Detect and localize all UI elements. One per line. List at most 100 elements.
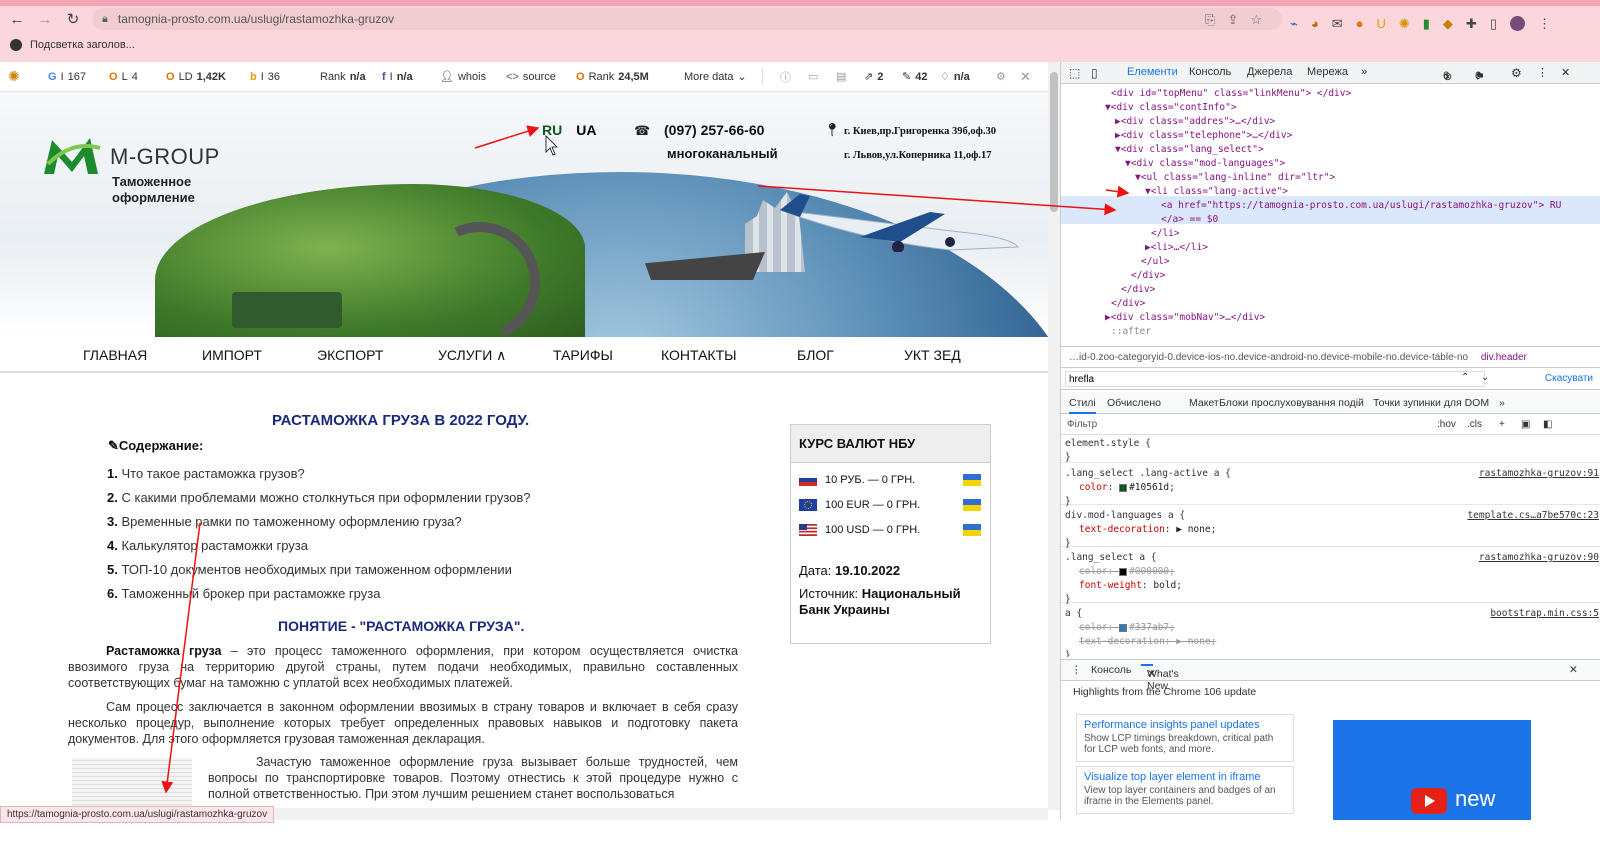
internal-links-count[interactable]: ✎ 42 [902, 70, 927, 84]
forward-icon[interactable]: → [34, 8, 56, 30]
diamond-metric[interactable]: ♢ n/a [940, 70, 970, 84]
avatar[interactable] [1509, 16, 1525, 31]
scrollbar-thumb[interactable] [1050, 72, 1058, 212]
toc-item[interactable]: 6. Таможенный брокер при растаможке груз… [107, 582, 531, 606]
tab-elements[interactable]: Елементи [1127, 66, 1178, 78]
whats-new-card[interactable]: Performance insights panel updates Show … [1076, 714, 1294, 762]
whats-new-card[interactable]: Visualize top layer element in iframe Vi… [1076, 766, 1294, 814]
dom-node[interactable]: </div> [1121, 283, 1155, 297]
phone-number[interactable]: (097) 257-66-60 [664, 122, 764, 138]
color-swatch-icon[interactable] [1119, 567, 1128, 576]
color-swatch-icon[interactable] [1119, 623, 1128, 632]
devtools-close-icon[interactable]: ✕ [1561, 66, 1570, 79]
devtools-settings-icon[interactable]: ⚙ [1511, 66, 1522, 80]
tab-computed[interactable]: Обчислено [1107, 397, 1161, 409]
lang-ua-link[interactable]: UA [576, 122, 596, 138]
settings-gear-icon[interactable]: ⚙ [996, 70, 1006, 83]
bookmark-item[interactable]: Подсветка заголов... [30, 39, 135, 51]
search-next-icon[interactable]: ⌄ [1481, 372, 1489, 383]
nav-item-import[interactable]: ИМПОРТ [202, 347, 262, 363]
dom-node[interactable]: ▼<div class="lang_select"> [1115, 143, 1264, 157]
menu-kebab-icon[interactable]: ⋮ [1538, 16, 1551, 32]
drawer-menu-icon[interactable]: ⋮ [1071, 664, 1082, 676]
inspect-element-icon[interactable]: ⬚ [1069, 66, 1080, 80]
extension-icon[interactable]: U [1376, 16, 1385, 32]
style-rule[interactable]: div.mod-languages a { template.cs…a7be57… [1061, 507, 1600, 549]
extension-icon[interactable]: ✺ [1399, 16, 1410, 32]
extension-icon[interactable]: ▮ [1423, 16, 1430, 32]
close-icon[interactable]: ✕ [1020, 69, 1031, 85]
seo-item[interactable]: 👤︎ whois [440, 70, 486, 84]
dom-node-selected[interactable]: <a href="https://tamognia-prosto.com.ua/… [1161, 199, 1561, 213]
dom-node[interactable]: <div id="topMenu" class="linkMenu"> </di… [1111, 87, 1351, 101]
sidebar-toggle-icon[interactable]: ◧ [1543, 419, 1552, 430]
style-rule[interactable]: element.style { } [1061, 435, 1600, 463]
seo-item[interactable]: f In/a [382, 71, 413, 83]
cls-toggle[interactable]: .cls [1467, 419, 1482, 430]
tab-layout[interactable]: Макет [1189, 397, 1219, 409]
dom-node[interactable]: ▼<div class="mod-languages"> [1125, 157, 1285, 171]
seo-item[interactable]: G I 167 [48, 71, 86, 83]
style-rule[interactable]: .lang_select .lang-active a { rastamozhk… [1061, 465, 1600, 507]
dom-tree[interactable]: <div id="topMenu" class="linkMenu"> </di… [1061, 84, 1600, 346]
info-icon[interactable]: ⓘ [780, 69, 791, 85]
extensions-puzzle-icon[interactable]: ✚ [1466, 16, 1477, 32]
seo-item[interactable]: b I 36 [250, 71, 280, 83]
extension-icon[interactable]: ◕ [1311, 16, 1319, 32]
more-tabs-icon[interactable]: » [1499, 397, 1505, 409]
external-links-count[interactable]: ⇗ 2 [864, 70, 883, 84]
drawer-tab-console[interactable]: Консоль [1091, 664, 1131, 676]
dom-node[interactable]: ::after [1111, 325, 1151, 339]
toc-item[interactable]: 2. С какими проблемами можно столкнуться… [107, 486, 531, 510]
add-rule-icon[interactable]: + [1499, 419, 1505, 430]
dom-breadcrumb[interactable]: …id-0.zoo-categoryid-0.device-ios-no.dev… [1061, 346, 1600, 368]
style-rule[interactable]: .lang_select a { rastamozhka-gruzov:90 c… [1061, 549, 1600, 605]
dom-node[interactable]: </li> [1151, 227, 1180, 241]
dom-search-input[interactable] [1065, 371, 1485, 387]
seo-item[interactable]: OL4 [109, 71, 138, 83]
whats-new-video-thumbnail[interactable]: new [1333, 720, 1531, 820]
devtools-menu-icon[interactable]: ⋮ [1537, 66, 1548, 79]
share-icon[interactable]: ⇪ [1227, 12, 1238, 28]
nav-item-ukt-zed[interactable]: УКТ ЗЕД [904, 347, 961, 363]
dom-node[interactable]: ▼<div class="contInfo"> [1105, 101, 1237, 115]
search-prev-icon[interactable]: ⌃ [1461, 372, 1469, 383]
lock-icon[interactable]: 🔒︎ [102, 13, 108, 26]
hov-toggle[interactable]: :hov [1437, 419, 1456, 430]
extension-icon[interactable]: ✉ [1332, 16, 1343, 32]
drawer-close-icon[interactable]: ✕ [1569, 664, 1578, 676]
address-bar[interactable]: 🔒︎ tamognia-prosto.com.ua/uslugi/rastamo… [92, 8, 1282, 30]
nav-item-services[interactable]: УСЛУГИ ∧ [438, 347, 506, 364]
bookmark-star-icon[interactable]: ☆ [1250, 12, 1262, 28]
seo-item[interactable]: O Rank 24,5M [576, 71, 649, 83]
tab-styles[interactable]: Стилі [1069, 397, 1096, 414]
tab-console[interactable]: Консоль [1189, 66, 1231, 78]
dom-node[interactable]: </div> [1111, 297, 1145, 311]
nav-item-contacts[interactable]: КОНТАКТЫ [661, 347, 737, 363]
nav-item-export[interactable]: ЭКСПОРТ [317, 347, 383, 363]
dom-node[interactable]: ▶<div class="addres">…</div> [1115, 115, 1275, 129]
nav-item-blog[interactable]: БЛОГ [797, 347, 834, 363]
toc-item[interactable]: 5. ТОП-10 документов необходимых при там… [107, 558, 531, 582]
nav-item-home[interactable]: ГЛАВНАЯ [83, 347, 147, 363]
color-swatch-icon[interactable] [1119, 483, 1128, 492]
tab-network[interactable]: Мережа [1307, 66, 1348, 78]
seo-item[interactable]: Rank n/a [320, 71, 366, 83]
styles-filter-input[interactable]: Фільтр [1067, 419, 1097, 430]
seo-item[interactable]: <> source [506, 71, 556, 83]
chat-icon[interactable]: ▭ [808, 70, 818, 83]
dom-node[interactable]: ▶<li>…</li> [1145, 241, 1208, 255]
toc-item[interactable]: 4. Калькулятор растаможки груза [107, 534, 531, 558]
drawer-tab-whats-new[interactable]: What's New ✕ [1141, 664, 1179, 692]
tab-dom-breakpoints[interactable]: Точки зупинки для DOM [1373, 397, 1489, 409]
dom-node[interactable]: ▶<div class="telephone">…</div> [1115, 129, 1292, 143]
tab-event-listeners[interactable]: Блоки прослуховування подій [1219, 397, 1364, 409]
style-rule[interactable]: a { bootstrap.min.css:5 color: #337ab7; … [1061, 605, 1600, 657]
url-text[interactable]: tamognia-prosto.com.ua/uslugi/rastamozhk… [118, 12, 394, 26]
reload-icon[interactable]: ↻ [62, 8, 84, 30]
seo-logo-icon[interactable]: ✺ [8, 68, 20, 85]
dom-node[interactable]: ▶<div class="mobNav">…</div> [1105, 311, 1265, 325]
seo-item[interactable]: O LD 1,42K [166, 71, 226, 83]
lang-ru-link[interactable]: RU [542, 122, 562, 138]
translate-icon[interactable]: ⎘ [1205, 12, 1215, 28]
